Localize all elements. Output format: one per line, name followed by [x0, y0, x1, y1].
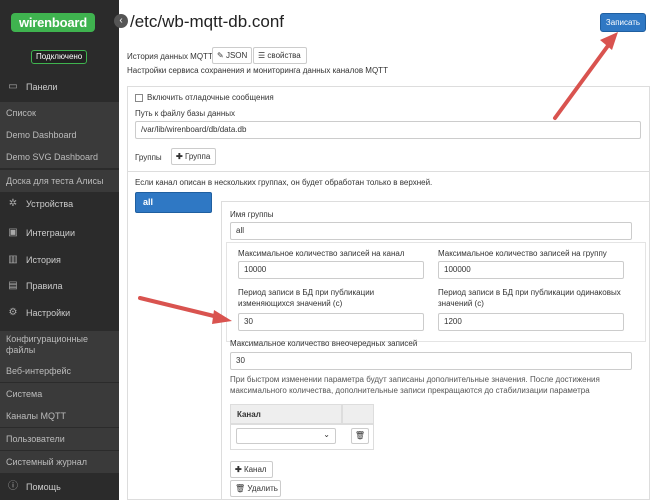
annotation-arrows: [138, 32, 618, 324]
arrow-to-save: [553, 32, 618, 120]
collapse-sidebar-icon[interactable]: ‹: [114, 14, 128, 28]
arrow-to-period-input: [138, 296, 232, 324]
